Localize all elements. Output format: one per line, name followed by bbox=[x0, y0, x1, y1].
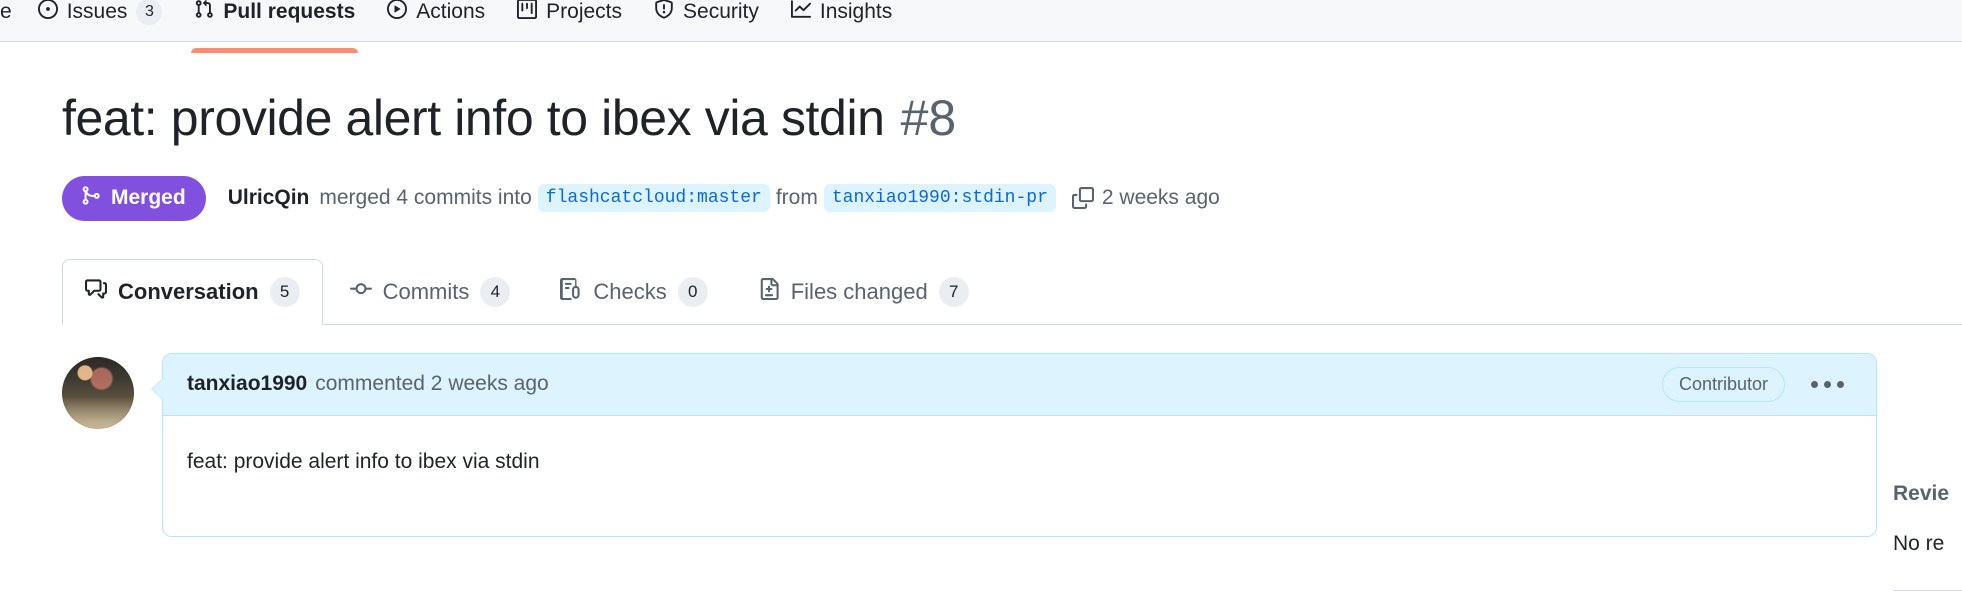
tab-files-changed[interactable]: Files changed 7 bbox=[735, 259, 992, 325]
timeline-comment-item: tanxiao1990 commented 2 weeks ago Contri… bbox=[62, 352, 1962, 537]
repo-nav-label-security: Security bbox=[683, 0, 759, 23]
repo-nav-item-issues[interactable]: Issues 3 bbox=[22, 0, 179, 34]
comment-arrow-fill bbox=[152, 377, 164, 400]
comment-box: tanxiao1990 commented 2 weeks ago Contri… bbox=[151, 352, 1877, 537]
kebab-dot bbox=[1824, 380, 1831, 388]
repo-nav-item-security[interactable]: Security bbox=[638, 0, 775, 34]
issue-opened-icon bbox=[37, 0, 58, 25]
tab-label-files-changed: Files changed bbox=[790, 278, 928, 304]
tab-label-checks: Checks bbox=[593, 278, 667, 304]
page-title: feat: provide alert info to ibex via std… bbox=[62, 90, 885, 146]
repo-nav-label-code: e bbox=[0, 0, 12, 23]
repo-nav-label-insights: Insights bbox=[819, 0, 893, 23]
pull-request-page: feat: provide alert info to ibex via std… bbox=[0, 42, 1962, 591]
git-pull-request-icon bbox=[194, 0, 214, 25]
play-icon bbox=[387, 0, 408, 25]
pull-request-meta: Merged UlricQin merged 4 commits into fl… bbox=[0, 175, 1962, 221]
status-badge-label: Merged bbox=[111, 186, 186, 209]
tab-commits[interactable]: Commits 4 bbox=[327, 259, 534, 325]
graph-icon bbox=[790, 0, 811, 25]
comment-discussion-icon bbox=[85, 278, 107, 306]
file-diff-icon bbox=[758, 277, 780, 306]
status-badge-contributor[interactable]: Contributor bbox=[1661, 366, 1785, 402]
repo-nav-counter-issues: 3 bbox=[136, 0, 163, 25]
shield-icon bbox=[654, 0, 674, 25]
copy-icon[interactable] bbox=[1071, 187, 1094, 209]
comment-timestamp: commented 2 weeks ago bbox=[315, 372, 549, 395]
pull-request-number: #8 bbox=[900, 90, 957, 146]
repo-nav-list: e Issues 3 Pull requests Actions Project… bbox=[0, 0, 908, 53]
pull-request-header: feat: provide alert info to ibex via std… bbox=[0, 90, 1962, 148]
tab-counter-files-changed: 7 bbox=[938, 276, 969, 307]
tab-counter-commits: 4 bbox=[480, 276, 511, 307]
repo-nav-item-pull-requests[interactable]: Pull requests bbox=[178, 0, 371, 53]
status-badge-merged: Merged bbox=[62, 175, 206, 221]
repo-nav-label-projects: Projects bbox=[546, 0, 623, 23]
sidebar-divider bbox=[1893, 590, 1962, 591]
tab-counter-conversation: 5 bbox=[269, 276, 300, 307]
git-commit-icon bbox=[349, 278, 372, 306]
tab-label-conversation: Conversation bbox=[118, 278, 259, 304]
tab-conversation[interactable]: Conversation 5 bbox=[62, 258, 323, 325]
tab-checks[interactable]: Checks 0 bbox=[537, 259, 730, 325]
merge-author[interactable]: UlricQin bbox=[228, 186, 310, 210]
repo-nav-item-actions[interactable]: Actions bbox=[371, 0, 501, 34]
pull-request-sidebar: Revie No re bbox=[1893, 482, 1962, 591]
kebab-dot bbox=[1837, 380, 1844, 388]
merge-action-text: merged 4 commits into bbox=[319, 186, 532, 209]
tab-counter-checks: 0 bbox=[677, 276, 708, 307]
conversation-timeline: tanxiao1990 commented 2 weeks ago Contri… bbox=[0, 352, 1962, 537]
repo-nav-item-projects[interactable]: Projects bbox=[501, 0, 638, 34]
tabs-list: Conversation 5 Commits 4 Checks 0 Files … bbox=[62, 258, 992, 325]
repo-nav-label-issues: Issues bbox=[66, 0, 128, 23]
repo-nav-item-code[interactable]: e bbox=[0, 0, 22, 34]
comment-header: tanxiao1990 commented 2 weeks ago Contri… bbox=[163, 353, 1876, 416]
kebab-horizontal-icon[interactable] bbox=[1797, 371, 1858, 398]
repo-nav-label-actions: Actions bbox=[416, 0, 486, 23]
git-merge-icon bbox=[80, 185, 101, 212]
kebab-dot bbox=[1811, 380, 1818, 388]
avatar[interactable] bbox=[62, 356, 134, 429]
comment-body: feat: provide alert info to ibex via std… bbox=[163, 415, 1876, 536]
sidebar-reviewers-heading[interactable]: Revie bbox=[1893, 482, 1962, 506]
comment-author[interactable]: tanxiao1990 bbox=[187, 372, 307, 396]
project-icon bbox=[517, 0, 538, 25]
head-branch-ref[interactable]: tanxiao1990:stdin-pr bbox=[823, 184, 1056, 212]
base-branch-ref[interactable]: flashcatcloud:master bbox=[537, 184, 770, 212]
merge-from-text: from bbox=[775, 186, 818, 209]
pull-request-tabs: Conversation 5 Commits 4 Checks 0 Files … bbox=[0, 258, 1962, 325]
tab-label-commits: Commits bbox=[382, 278, 470, 304]
repo-nav-item-insights[interactable]: Insights bbox=[775, 0, 908, 34]
checklist-icon bbox=[560, 277, 582, 306]
repo-nav-label-pull-requests: Pull requests bbox=[223, 0, 356, 23]
sidebar-reviewers-empty-text: No re bbox=[1893, 532, 1945, 555]
merge-timestamp: 2 weeks ago bbox=[1101, 186, 1220, 209]
repo-navigation-bar: e Issues 3 Pull requests Actions Project… bbox=[0, 0, 1962, 53]
